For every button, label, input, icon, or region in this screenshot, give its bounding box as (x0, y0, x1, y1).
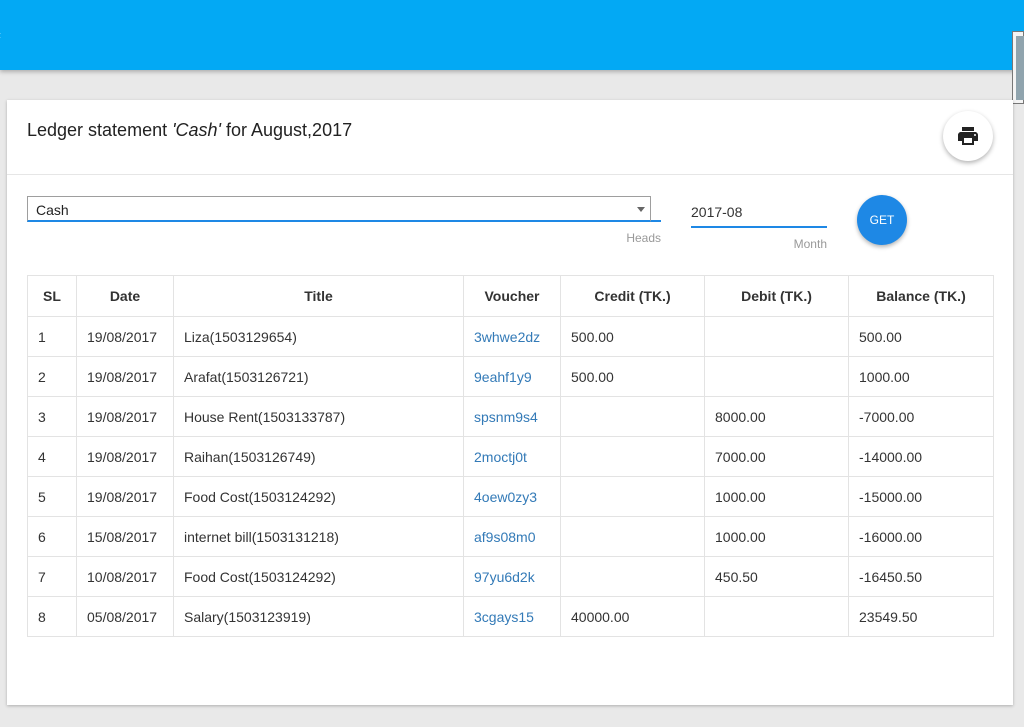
voucher-link[interactable]: 4oew0zy3 (463, 476, 561, 517)
table-row: 7 10/08/2017 Food Cost(1503124292) 97yu6… (27, 556, 994, 597)
side-widget[interactable] (1012, 31, 1024, 104)
print-button[interactable] (943, 111, 993, 161)
title-suffix: for August,2017 (221, 120, 353, 140)
voucher-link[interactable]: 97yu6d2k (463, 556, 561, 597)
column-header-title[interactable]: Title (173, 275, 464, 317)
cell-balance: 500.00 (848, 316, 994, 357)
cell-credit (560, 516, 705, 557)
caret-down-icon (637, 207, 645, 212)
cell-credit (560, 556, 705, 597)
cell-balance: -16450.50 (848, 556, 994, 597)
voucher-link[interactable]: 3whwe2dz (463, 316, 561, 357)
cell-title: Salary(1503123919) (173, 596, 464, 637)
cell-credit: 500.00 (560, 316, 705, 357)
ledger-table: SL Date Title Voucher Credit (TK.) Debit… (27, 275, 994, 637)
cell-debit: 7000.00 (704, 436, 849, 477)
cell-title: Food Cost(1503124292) (173, 476, 464, 517)
voucher-link[interactable]: 3cgays15 (463, 596, 561, 637)
heads-label: Heads (626, 231, 661, 245)
table-row: 3 19/08/2017 House Rent(1503133787) spsn… (27, 396, 994, 437)
cell-sl: 7 (27, 556, 77, 597)
get-button[interactable]: GET (857, 195, 907, 245)
side-widget-thumb (1016, 36, 1024, 100)
voucher-link[interactable]: 9eahf1y9 (463, 356, 561, 397)
cell-balance: 1000.00 (848, 356, 994, 397)
table-row: 2 19/08/2017 Arafat(1503126721) 9eahf1y9… (27, 356, 994, 397)
column-header-date[interactable]: Date (76, 275, 174, 317)
cell-credit (560, 396, 705, 437)
cell-sl: 3 (27, 396, 77, 437)
voucher-link[interactable]: spsnm9s4 (463, 396, 561, 437)
page-title: Ledger statement 'Cash' for August,2017 (27, 120, 352, 141)
cell-balance: -16000.00 (848, 516, 994, 557)
cell-debit (704, 596, 849, 637)
cell-sl: 5 (27, 476, 77, 517)
cell-debit: 1000.00 (704, 476, 849, 517)
ledger-card: Ledger statement 'Cash' for August,2017 … (7, 100, 1013, 705)
cell-debit (704, 316, 849, 357)
cell-title: House Rent(1503133787) (173, 396, 464, 437)
cell-date: 19/08/2017 (76, 396, 174, 437)
cell-date: 19/08/2017 (76, 476, 174, 517)
table-row: 5 19/08/2017 Food Cost(1503124292) 4oew0… (27, 476, 994, 517)
table-row: 8 05/08/2017 Salary(1503123919) 3cgays15… (27, 596, 994, 637)
table-row: 1 19/08/2017 Liza(1503129654) 3whwe2dz 5… (27, 316, 994, 357)
table-row: 6 15/08/2017 internet bill(1503131218) a… (27, 516, 994, 557)
cell-sl: 8 (27, 596, 77, 637)
cell-sl: 1 (27, 316, 77, 357)
column-header-credit[interactable]: Credit (TK.) (560, 275, 705, 317)
cell-title: Food Cost(1503124292) (173, 556, 464, 597)
cell-balance: -7000.00 (848, 396, 994, 437)
cell-debit (704, 356, 849, 397)
heads-select-value: Cash (36, 202, 69, 218)
cell-debit: 1000.00 (704, 516, 849, 557)
month-input[interactable]: 2017-08 (691, 200, 827, 228)
column-header-sl[interactable]: SL (27, 275, 77, 317)
title-prefix: Ledger statement (27, 120, 173, 140)
cell-sl: 2 (27, 356, 77, 397)
printer-icon (958, 127, 978, 145)
cell-sl: 4 (27, 436, 77, 477)
heads-underline (651, 220, 661, 222)
voucher-link[interactable]: 2moctj0t (463, 436, 561, 477)
title-head: 'Cash' (172, 120, 221, 140)
table-header-row: SL Date Title Voucher Credit (TK.) Debit… (27, 275, 994, 317)
cell-balance: 23549.50 (848, 596, 994, 637)
cell-date: 15/08/2017 (76, 516, 174, 557)
cell-title: Raihan(1503126749) (173, 436, 464, 477)
column-header-balance[interactable]: Balance (TK.) (848, 275, 994, 317)
card-header: Ledger statement 'Cash' for August,2017 (7, 100, 1013, 175)
table-row: 4 19/08/2017 Raihan(1503126749) 2moctj0t… (27, 436, 994, 477)
cell-date: 19/08/2017 (76, 316, 174, 357)
cell-debit: 8000.00 (704, 396, 849, 437)
cell-balance: -14000.00 (848, 436, 994, 477)
cell-date: 19/08/2017 (76, 356, 174, 397)
cell-debit: 450.50 (704, 556, 849, 597)
chevron-left-icon[interactable]: ‹ (0, 28, 1, 42)
cell-balance: -15000.00 (848, 476, 994, 517)
cell-date: 05/08/2017 (76, 596, 174, 637)
cell-title: Liza(1503129654) (173, 316, 464, 357)
cell-credit (560, 436, 705, 477)
cell-credit: 40000.00 (560, 596, 705, 637)
voucher-link[interactable]: af9s08m0 (463, 516, 561, 557)
cell-credit (560, 476, 705, 517)
cell-credit: 500.00 (560, 356, 705, 397)
cell-sl: 6 (27, 516, 77, 557)
top-app-bar: ‹ (0, 0, 1024, 70)
month-label: Month (793, 237, 827, 251)
cell-title: internet bill(1503131218) (173, 516, 464, 557)
column-header-debit[interactable]: Debit (TK.) (704, 275, 849, 317)
cell-title: Arafat(1503126721) (173, 356, 464, 397)
cell-date: 10/08/2017 (76, 556, 174, 597)
column-header-voucher[interactable]: Voucher (463, 275, 561, 317)
heads-select[interactable]: Cash (27, 196, 651, 222)
cell-date: 19/08/2017 (76, 436, 174, 477)
